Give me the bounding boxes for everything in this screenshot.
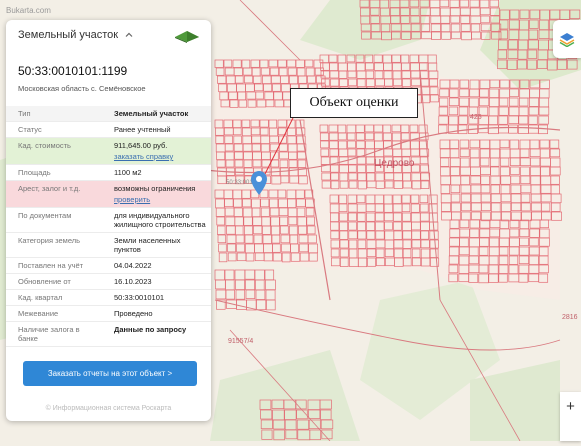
table-row: Межевание Проведено — [6, 305, 211, 322]
row-value: 04.04.2022 — [104, 257, 211, 274]
footer-text: © Информационная система Роскарта — [45, 405, 172, 412]
order-certificate-link[interactable]: заказать справку — [114, 152, 207, 161]
properties-table: Тип Земельный участок Статус Ранее учтен… — [6, 106, 211, 347]
row-key: Арест, залог и т.д. — [6, 180, 104, 208]
table-row: По документам для индивидуального жилищн… — [6, 207, 211, 233]
table-row: Арест, залог и т.д. возможны ограничения… — [6, 180, 211, 208]
row-key: Статус — [6, 121, 104, 138]
row-value: Земельный участок — [104, 106, 211, 122]
table-row: Категория земель Земли населенных пункто… — [6, 232, 211, 258]
chevron-up-icon[interactable] — [124, 30, 134, 40]
table-row: Статус Ранее учтенный — [6, 121, 211, 138]
info-panel: Земельный участок 50:33:0010101:1199 Мос… — [6, 20, 211, 421]
watermark: Bukarta.com — [6, 6, 51, 15]
land-parcel-icon — [175, 31, 199, 43]
layers-button[interactable] — [553, 20, 581, 58]
row-value: 911,645.00 руб. заказать справку — [104, 137, 211, 165]
row-key: Категория земель — [6, 232, 104, 258]
row-key: Кад. стоимость — [6, 137, 104, 165]
row-key: Межевание — [6, 305, 104, 322]
panel-header[interactable]: Земельный участок — [6, 20, 211, 50]
table-row: Кад. стоимость 911,645.00 руб. заказать … — [6, 137, 211, 165]
parcel-number-label: 91557/4 — [228, 338, 254, 345]
order-reports-button[interactable]: Заказать отчеты на этот объект > — [23, 361, 197, 386]
table-row: Наличие залога в банке Данные по запросу — [6, 321, 211, 347]
row-key: Тип — [6, 106, 104, 122]
row-value: Земли населенных пунктов — [104, 232, 211, 258]
row-value: Ранее учтенный — [104, 121, 211, 138]
edge-number-label: 2816 — [562, 314, 578, 321]
row-key: Поставлен на учёт — [6, 257, 104, 274]
settlement-label: Цедрово — [374, 158, 415, 169]
row-value: 50:33:0010101 — [104, 289, 211, 306]
cadastral-number: 50:33:0010101:1199 — [18, 64, 128, 78]
row-value: 1100 м2 — [104, 164, 211, 181]
row-value: для индивидуального жилищного строительс… — [104, 207, 211, 233]
table-row: Поставлен на учёт 04.04.2022 — [6, 257, 211, 274]
address: Московская область с. Семёновское — [18, 84, 146, 93]
layers-icon — [559, 33, 575, 47]
table-row: Тип Земельный участок — [6, 106, 211, 122]
road-number-label: 425 — [470, 114, 482, 121]
callout-box: Объект оценки — [290, 88, 418, 118]
table-row: Обновление от 16.10.2023 — [6, 273, 211, 290]
row-value: 16.10.2023 — [104, 273, 211, 290]
table-row: Площадь 1100 м2 — [6, 164, 211, 181]
row-value: возможны ограничения проверить — [104, 180, 211, 208]
cadastral-value: 911,645.00 руб. — [114, 141, 168, 150]
check-link[interactable]: проверить — [114, 195, 207, 204]
restrictions-value: возможны ограничения — [114, 184, 196, 193]
zoom-in-button[interactable]: + — [560, 392, 581, 441]
row-value: Данные по запросу — [104, 321, 211, 347]
row-key: Наличие залога в банке — [6, 321, 104, 347]
row-key: Кад. квартал — [6, 289, 104, 306]
row-value: Проведено — [104, 305, 211, 322]
row-key: Площадь — [6, 164, 104, 181]
row-key: По документам — [6, 207, 104, 233]
panel-title: Земельный участок — [18, 29, 119, 41]
row-key: Обновление от — [6, 273, 104, 290]
location-pin-icon[interactable] — [251, 171, 267, 195]
table-row: Кад. квартал 50:33:0010101 — [6, 289, 211, 306]
